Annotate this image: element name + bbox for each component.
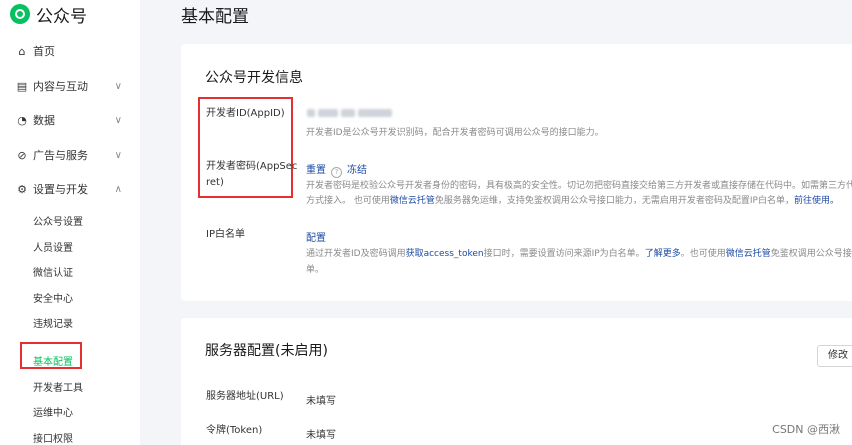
- reset-button[interactable]: 重置: [306, 165, 326, 176]
- sidebar-item-home[interactable]: ⌂ 首页: [0, 40, 140, 62]
- chevron-down-icon: ∨: [114, 114, 122, 126]
- sub-item-violations[interactable]: 违规记录: [33, 315, 73, 330]
- cloud-hosting-link[interactable]: 微信云托管: [726, 249, 771, 259]
- sidebar-item-label: 首页: [33, 45, 55, 58]
- wechat-logo-icon: [10, 4, 30, 24]
- sidebar-item-data[interactable]: ◔ 数据 ∨: [0, 109, 140, 131]
- go-use-link[interactable]: 前往使用。: [794, 196, 839, 206]
- appid-description: 开发者ID是公众号开发识别码，配合开发者密码可调用公众号的接口能力。: [306, 128, 604, 138]
- page-title: 基本配置: [181, 7, 249, 27]
- desc-text: 免服务器免运维，支持免鉴权调用公众号接口能力，无需启用开发者密码及配置IP白名单…: [434, 196, 794, 206]
- token-value: 未填写: [306, 430, 336, 441]
- sidebar-item-label: 设置与开发: [33, 183, 88, 196]
- gear-icon: ⚙: [17, 182, 27, 196]
- home-icon: ⌂: [18, 44, 26, 58]
- sidebar: 公众号 ⌂ 首页 ▤ 内容与互动 ∨ ◔ 数据 ∨ ⊘ 广告与服务 ∨ ⚙ 设置…: [0, 0, 140, 445]
- sub-item-api-permissions[interactable]: 接口权限: [33, 430, 73, 445]
- server-url-value: 未填写: [306, 396, 336, 407]
- highlight-box: [20, 342, 82, 369]
- desc-text: 免鉴权调用公众号接口: [770, 249, 852, 259]
- sub-item-staff-settings[interactable]: 人员设置: [33, 239, 73, 254]
- server-config-card: [181, 318, 852, 445]
- cloud-hosting-link[interactable]: 微信云托管: [390, 196, 435, 206]
- watermark: CSDN @西湫: [772, 423, 840, 436]
- secret-description-line2: 方式接入。 也可使用微信云托管免服务器免运维，支持免鉴权调用公众号接口能力，无需…: [306, 193, 839, 209]
- appid-label: 开发者ID(AppID): [206, 108, 285, 119]
- desc-text: 接口时，需要设置访问来源IP为白名单。: [483, 249, 645, 259]
- sub-item-dev-tools[interactable]: 开发者工具: [33, 379, 83, 394]
- ip-whitelist-label: IP白名单: [206, 229, 245, 240]
- ip-description-line1: 通过开发者ID及密码调用获取access_token接口时，需要设置访问来源IP…: [306, 246, 852, 262]
- desc-text: 方式接入。 也可使用: [306, 196, 390, 206]
- chart-icon: ◔: [17, 113, 27, 127]
- secret-label-line1: 开发者密码(AppSec: [206, 161, 298, 172]
- server-url-label: 服务器地址(URL): [206, 391, 284, 402]
- logo-text: 公众号: [36, 6, 87, 27]
- document-icon: ▤: [16, 79, 28, 93]
- learn-more-link[interactable]: 了解更多: [645, 249, 681, 259]
- appid-value-redacted: [307, 109, 399, 119]
- sidebar-item-label: 广告与服务: [33, 149, 88, 162]
- sidebar-item-ads[interactable]: ⊘ 广告与服务 ∨: [0, 144, 140, 166]
- sub-item-ops-center[interactable]: 运维中心: [33, 404, 73, 419]
- dev-info-title: 公众号开发信息: [205, 70, 303, 86]
- sidebar-item-content[interactable]: ▤ 内容与互动 ∨: [0, 75, 140, 97]
- secret-label-line2: ret): [206, 177, 224, 188]
- edit-button[interactable]: 修改: [817, 345, 852, 367]
- secret-actions: 重置? 冻结: [306, 161, 367, 178]
- secret-description-line1: 开发者密码是校验公众号开发者身份的密码，具有极高的安全性。切记勿把密码直接交给第…: [306, 181, 852, 191]
- ip-description-line2: 单。: [306, 265, 325, 275]
- sidebar-item-settings[interactable]: ⚙ 设置与开发 ∧: [0, 178, 140, 200]
- configure-ip-link[interactable]: 配置: [306, 229, 326, 244]
- chevron-up-icon: ∧: [114, 183, 122, 195]
- sidebar-item-label: 数据: [33, 114, 55, 127]
- sub-item-verification[interactable]: 微信认证: [33, 264, 73, 279]
- token-label: 令牌(Token): [206, 425, 263, 436]
- sub-item-account-settings[interactable]: 公众号设置: [33, 213, 83, 228]
- desc-text: 通过开发者ID及密码调用: [306, 249, 406, 259]
- sub-item-security[interactable]: 安全中心: [33, 290, 73, 305]
- access-token-link[interactable]: 获取access_token: [406, 249, 484, 259]
- logo[interactable]: 公众号: [10, 2, 140, 27]
- server-config-title: 服务器配置(未启用): [205, 343, 328, 359]
- desc-text: 。也可使用: [680, 249, 726, 259]
- sidebar-item-label: 内容与互动: [33, 80, 88, 93]
- chevron-down-icon: ∨: [114, 149, 122, 161]
- compass-icon: ⊘: [17, 148, 27, 162]
- chevron-down-icon: ∨: [114, 80, 122, 92]
- help-icon[interactable]: ?: [331, 167, 342, 178]
- freeze-button[interactable]: 冻结: [347, 165, 367, 176]
